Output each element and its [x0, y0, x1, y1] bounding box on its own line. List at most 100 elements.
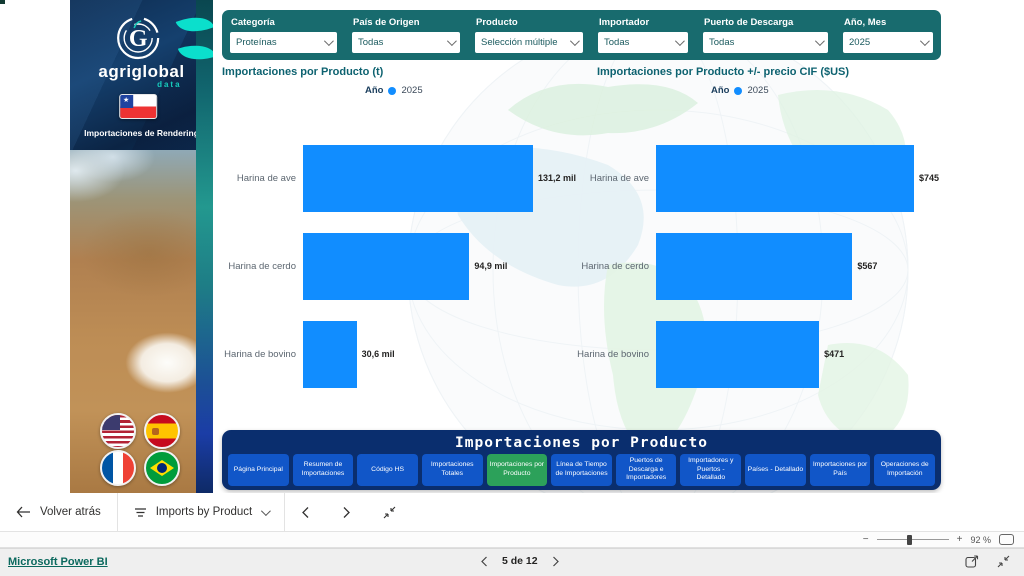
powerbi-link[interactable]: Microsoft Power BI: [8, 556, 108, 568]
page-navigation-bar: Importaciones por Producto Página Princi…: [222, 430, 941, 490]
bar-harina-de-bovino[interactable]: [303, 321, 357, 388]
plot-area: 30,6 mil: [303, 310, 590, 398]
dashboard-canvas: Categoría Proteínas País de Origen Todas Pro…: [213, 0, 1024, 493]
plot-area: $471: [656, 310, 946, 398]
report-selector-dropdown[interactable]: Imports by Product: [118, 493, 285, 531]
filter-label: Producto: [476, 17, 583, 28]
nav-tab-4[interactable]: Importaciones Totales: [422, 454, 483, 486]
chevron-down-icon: [675, 36, 685, 46]
nav-tab-11[interactable]: Operaciones de Importación: [874, 454, 935, 486]
filter-6: Año, Mes2025: [843, 16, 933, 60]
filter-5: Puerto de DescargaTodas: [703, 16, 828, 60]
category-label: Harina de bovino: [566, 349, 656, 360]
category-label: Harina de cerdo: [218, 261, 303, 272]
filter-dropdown[interactable]: Todas: [352, 32, 460, 53]
bar-harina-de-cerdo[interactable]: [656, 233, 852, 300]
share-button[interactable]: [965, 555, 979, 568]
sidebar-accent-strip: [196, 0, 213, 493]
filter-label: País de Origen: [353, 17, 460, 28]
nav-tab-3[interactable]: Código HS: [357, 454, 418, 486]
filter-dropdown[interactable]: Selección múltiple: [475, 32, 583, 53]
filter-value: Todas: [358, 37, 383, 48]
value-label: $567: [857, 261, 877, 271]
zoom-slider[interactable]: [877, 535, 949, 545]
bar-chart-tons: Harina de ave131,2 mil Harina de cerdo 94,…: [218, 134, 590, 398]
filter-4: Importador Todas: [598, 16, 688, 60]
chart-row: Harina de bovino$471: [566, 310, 946, 398]
filter-value: Selección múltiple: [481, 37, 558, 48]
back-arrow-icon: [16, 506, 31, 518]
nav-tab-1[interactable]: Página Principal: [228, 454, 289, 486]
agriglobal-logo-icon: G: [114, 14, 162, 67]
filter-bar: Categoría Proteínas País de Origen Todas Pro…: [222, 10, 941, 60]
filter-dropdown[interactable]: Proteínas: [230, 32, 337, 53]
legend-dot-icon: [734, 87, 742, 95]
zoom-out-button[interactable]: −: [863, 535, 869, 545]
page-pager: 5 de 12: [480, 555, 560, 567]
back-label: Volver atrás: [40, 506, 101, 518]
category-label: Harina de bovino: [218, 349, 303, 360]
report-selector-label: Imports by Product: [156, 506, 253, 518]
sidebar-subtitle: Importaciones de Rendering: [70, 128, 213, 138]
france-flag-button[interactable]: [100, 450, 136, 486]
nav-tab-2[interactable]: Resumen de Importaciones: [293, 454, 354, 486]
filter-label: Categoría: [231, 17, 337, 28]
filter-dropdown[interactable]: Todas: [703, 32, 828, 53]
usa-flag-button[interactable]: [100, 413, 136, 449]
bar-harina-de-cerdo[interactable]: [303, 233, 469, 300]
chevron-left-icon: [301, 506, 310, 519]
pager-next-button[interactable]: [552, 556, 560, 567]
fullscreen-button[interactable]: [997, 555, 1010, 568]
filter-label: Importador: [599, 17, 688, 28]
bar-harina-de-ave[interactable]: [303, 145, 533, 212]
chart-row: Harina de cerdo 94,9 mil: [218, 222, 590, 310]
filter-1: Categoría Proteínas: [230, 16, 337, 60]
zoom-in-button[interactable]: +: [957, 535, 963, 545]
next-page-button[interactable]: [326, 493, 367, 531]
prev-page-button[interactable]: [285, 493, 326, 531]
nav-tab-10[interactable]: Importaciones por País: [810, 454, 871, 486]
zoom-slider-track: [877, 539, 949, 540]
fit-to-page-button[interactable]: [999, 534, 1014, 545]
report-canvas: G agriglobal data Importaciones de Rende…: [0, 0, 1024, 493]
pager-prev-button[interactable]: [480, 556, 488, 567]
corner-artifact: [0, 0, 5, 4]
filter-dropdown[interactable]: 2025: [843, 32, 933, 53]
footer-actions: [965, 555, 1010, 568]
chevron-down-icon: [570, 36, 580, 46]
nav-tab-8[interactable]: Importadores y Puertos - Detallado: [680, 454, 741, 486]
plot-area: $567: [656, 222, 946, 310]
chevron-down-icon: [324, 36, 334, 46]
nav-tab-7[interactable]: Puertos de Descarga e Importadores: [616, 454, 677, 486]
chile-flag-canton: [120, 95, 133, 108]
report-list-icon: [134, 507, 147, 518]
filter-value: Todas: [604, 37, 629, 48]
nav-tab-5[interactable]: Importaciones por Producto: [487, 454, 548, 486]
legend-title: Año: [365, 85, 383, 96]
value-label: 94,9 mil: [474, 261, 507, 271]
bar-harina-de-ave[interactable]: [656, 145, 914, 212]
legend-title: Año: [711, 85, 729, 96]
chart-row: Harina de ave131,2 mil: [218, 134, 590, 222]
legend-entry: 2025: [747, 85, 768, 96]
sidebar: G agriglobal data Importaciones de Rende…: [70, 0, 213, 493]
zoom-slider-handle[interactable]: [907, 535, 912, 545]
legend-left: Año 2025: [365, 85, 423, 96]
nav-tab-9[interactable]: Países - Detallado: [745, 454, 806, 486]
brand-name: agriglobal: [70, 62, 213, 82]
powerbi-footer: Microsoft Power BI 5 de 12: [0, 548, 1024, 576]
category-label: Harina de cerdo: [566, 261, 656, 272]
page-title: Importaciones por Producto: [228, 432, 935, 454]
filter-value: 2025: [849, 37, 870, 48]
brand-subname: data: [70, 80, 182, 89]
bar-harina-de-bovino[interactable]: [656, 321, 819, 388]
collapse-toolbar-button[interactable]: [367, 493, 412, 531]
nav-tab-6[interactable]: Línea de Tiempo de Importaciones: [551, 454, 612, 486]
back-button[interactable]: Volver atrás: [0, 493, 117, 531]
plot-area: 131,2 mil: [303, 134, 590, 222]
language-flags: [100, 413, 180, 486]
chevron-down-icon: [815, 36, 825, 46]
spain-flag-button[interactable]: [144, 413, 180, 449]
filter-dropdown[interactable]: Todas: [598, 32, 688, 53]
brazil-flag-button[interactable]: [144, 450, 180, 486]
